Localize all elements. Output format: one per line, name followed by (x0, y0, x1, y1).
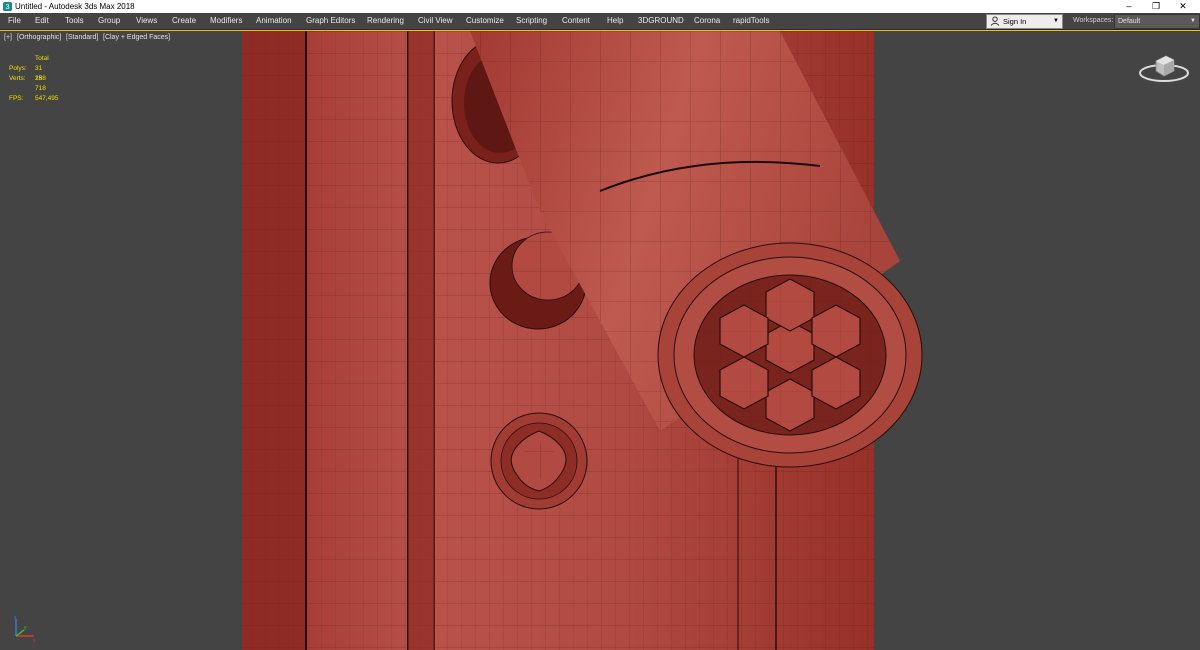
viewport-render (242, 31, 923, 650)
axis-tripod-icon: z x y (14, 616, 36, 644)
minimize-button[interactable]: – (1116, 0, 1142, 13)
close-button[interactable]: ✕ (1170, 0, 1196, 13)
menu-civil-view[interactable]: Civil View (418, 13, 453, 29)
stats-verts-value: 15 718 (35, 75, 46, 92)
menu-scripting[interactable]: Scripting (516, 13, 547, 29)
viewport-orthographic[interactable]: [+] [Orthographic] [Standard] [Clay + Ed… (0, 30, 1200, 650)
viewport-menu-plus[interactable]: [+] (4, 33, 12, 42)
menu-corona[interactable]: Corona (694, 13, 720, 29)
user-icon (990, 16, 1000, 26)
svg-text:3: 3 (6, 2, 10, 11)
restore-button[interactable]: ❐ (1143, 0, 1169, 13)
menu-rendering[interactable]: Rendering (367, 13, 404, 29)
viewcube-icon[interactable] (1138, 49, 1190, 85)
menu-create[interactable]: Create (172, 13, 196, 29)
title-bar: 3 Untitled - Autodesk 3ds Max 2018 – ❐ ✕ (0, 0, 1200, 13)
workspaces-dropdown[interactable]: Default ▼ (1114, 14, 1200, 29)
window-title: Untitled - Autodesk 3ds Max 2018 (15, 2, 135, 11)
menu-edit[interactable]: Edit (35, 13, 49, 29)
chevron-down-icon: ▼ (1190, 18, 1196, 24)
menu-rapidtools[interactable]: rapidTools (733, 13, 769, 29)
viewport-shading-standard[interactable]: [Standard] (66, 33, 98, 42)
menu-views[interactable]: Views (136, 13, 157, 29)
menu-content[interactable]: Content (562, 13, 590, 29)
menu-file[interactable]: File (8, 13, 21, 29)
menu-group[interactable]: Group (98, 13, 120, 29)
viewport-point-of-view[interactable]: [Orthographic] (17, 33, 61, 42)
3dsmax-app-icon: 3 (3, 2, 12, 11)
menu-graph-editors[interactable]: Graph Editors (306, 13, 355, 29)
chevron-down-icon: ▼ (1053, 18, 1059, 24)
menu-animation[interactable]: Animation (256, 13, 292, 29)
workspaces-value: Default (1118, 18, 1141, 25)
stats-fps-label: FPS: (9, 95, 24, 102)
menu-customize[interactable]: Customize (466, 13, 504, 29)
stats-header: Total (35, 55, 49, 62)
menu-modifiers[interactable]: Modifiers (210, 13, 242, 29)
sign-in-dropdown[interactable]: Sign In ▼ (986, 14, 1063, 29)
menu-tools[interactable]: Tools (65, 13, 84, 29)
viewport-visual-style[interactable]: [Clay + Edged Faces] (103, 33, 170, 42)
stats-fps-value: 547,495 (35, 95, 59, 102)
sign-in-label: Sign In (1003, 17, 1027, 26)
workspaces-label: Workspaces: (1073, 17, 1114, 24)
menu-help[interactable]: Help (607, 13, 623, 29)
stats-polys-label: Polys: (9, 65, 27, 72)
svg-text:y: y (24, 625, 27, 631)
svg-text:x: x (33, 638, 36, 644)
stats-verts-label: Verts: (9, 75, 26, 82)
menu-3dground[interactable]: 3DGROUND (638, 13, 684, 29)
